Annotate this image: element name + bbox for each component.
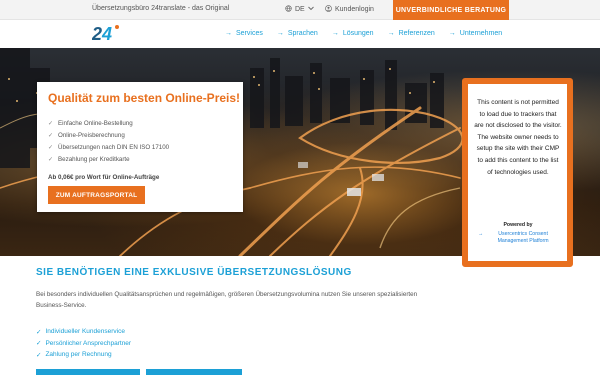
chevron-down-icon: [307, 6, 314, 13]
feature-label: Bezahlung per Kreditkarte: [58, 155, 130, 163]
nav-item-loesungen[interactable]: → Lösungen: [332, 30, 374, 37]
nav-item-label: Unternehmen: [459, 30, 503, 37]
user-icon: [325, 5, 332, 14]
promo-title: Qualität zum besten Online-Preis!: [48, 91, 241, 105]
promo-card: Qualität zum besten Online-Preis! ✓ Einfa…: [37, 82, 243, 212]
site-tagline: Übersetzungsbüro 24translate - das Origi…: [92, 5, 230, 12]
consent-placeholder: This content is not permitted to load du…: [462, 78, 573, 267]
section-title: SIE BENÖTIGEN EINE EXKLUSIVE ÜBERSETZUNG…: [36, 267, 352, 278]
business-service-button[interactable]: [36, 369, 140, 375]
nav-item-sprachen[interactable]: → Sprachen: [277, 30, 318, 37]
nav-item-unternehmen[interactable]: → Unternehmen: [449, 30, 502, 37]
list-item: ✓ Bezahlung per Kreditkarte: [48, 153, 169, 165]
arrow-right-icon: →: [276, 30, 284, 37]
check-icon: ✓: [48, 132, 54, 139]
order-portal-button[interactable]: ZUM AUFTRAGSPORTAL: [48, 186, 145, 204]
feature-label: Online-Preisberechnung: [58, 131, 125, 139]
price-info: Ab 0,06€ pro Wort für Online-Aufträge: [48, 174, 160, 181]
nav-item-referenzen[interactable]: → Referenzen: [388, 30, 435, 37]
powered-by-label: Powered by: [503, 222, 533, 228]
main-navigation: → Services → Sprachen → Lösungen → Referenze…: [225, 30, 502, 37]
feature-label: Übersetzungen nach DIN EN ISO 17100: [58, 143, 170, 151]
nav-item-label: Services: [236, 30, 263, 37]
nav-item-services[interactable]: → Services: [225, 30, 263, 37]
check-icon: ✓: [36, 340, 42, 348]
consent-message: This content is not permitted to load du…: [474, 99, 562, 176]
language-selector[interactable]: DE: [285, 5, 314, 14]
nav-item-label: Sprachen: [287, 30, 318, 37]
list-item: ✓ Zahlung per Rechnung: [36, 349, 131, 361]
feature-label: Einfache Online-Bestellung: [58, 119, 133, 127]
benefit-list: ✓ Individueller Kundenservice ✓ Persönlich…: [36, 326, 131, 361]
arrow-right-icon: →: [331, 30, 339, 37]
list-item: ✓ Online-Preisberechnung: [48, 129, 169, 141]
login-label: Kundenlogin: [335, 6, 374, 13]
list-item: ✓ Übersetzungen nach DIN EN ISO 17100: [48, 141, 169, 153]
svg-text:2: 2: [92, 24, 102, 43]
check-icon: ✓: [36, 328, 42, 336]
consultation-button[interactable]: UNVERBINDLICHE BERATUNG: [393, 0, 509, 20]
check-icon: ✓: [48, 156, 54, 163]
nav-item-label: Lösungen: [342, 30, 374, 37]
list-item: ✓ Einfache Online-Bestellung: [48, 117, 169, 129]
cmp-link-label: Usercentrics Consent Management Platform: [497, 231, 549, 244]
promo-feature-list: ✓ Einfache Online-Bestellung ✓ Online-Prei…: [48, 117, 169, 165]
language-label: DE: [295, 6, 305, 13]
site-logo[interactable]: 2 4: [91, 23, 122, 44]
contact-button[interactable]: [146, 369, 242, 375]
list-item: ✓ Persönlicher Ansprechpartner: [36, 338, 131, 350]
section-text: Bei besonders individuellen Qualitätsans…: [36, 291, 418, 309]
benefit-label: Persönlicher Ansprechpartner: [45, 339, 132, 347]
svg-text:4: 4: [101, 24, 112, 43]
check-icon: ✓: [48, 144, 54, 151]
nav-item-label: Referenzen: [398, 30, 435, 37]
arrow-right-icon: →: [387, 30, 395, 37]
list-item: ✓ Individueller Kundenservice: [36, 326, 131, 338]
arrow-right-icon: →: [478, 231, 484, 237]
check-icon: ✓: [48, 120, 54, 127]
benefit-label: Zahlung per Rechnung: [45, 351, 112, 359]
arrow-right-icon: →: [225, 30, 232, 37]
globe-icon: [285, 5, 292, 14]
arrow-right-icon: →: [448, 30, 456, 37]
main-header: 2 4 → Services → Sprachen → Lösungen → Refer…: [0, 20, 600, 48]
top-bar: Übersetzungsbüro 24translate - das Origi…: [0, 0, 600, 20]
cmp-link[interactable]: → Usercentrics Consent Management Platfo…: [478, 231, 560, 245]
login-link[interactable]: Kundenlogin: [325, 5, 374, 14]
check-icon: ✓: [36, 351, 42, 359]
benefit-label: Individueller Kundenservice: [45, 328, 125, 336]
